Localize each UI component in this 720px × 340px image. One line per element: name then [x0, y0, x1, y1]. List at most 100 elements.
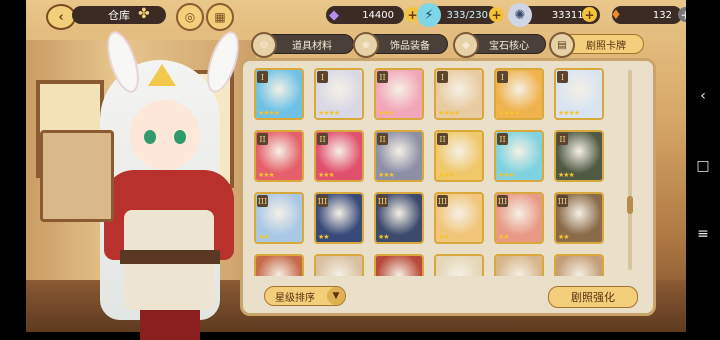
- nav-menu-icon[interactable]: ≡: [695, 226, 711, 242]
- photo-card[interactable]: III ★★: [554, 192, 604, 244]
- tab-accessories[interactable]: ♚ 饰品装备: [353, 32, 448, 58]
- quest-icon-button[interactable]: ◎: [176, 3, 204, 31]
- card-stars: ★★★★: [498, 109, 520, 117]
- tab-label: 饰品装备: [390, 40, 430, 52]
- card-stars: ★★: [258, 233, 270, 241]
- card-rank-badge: II: [497, 133, 508, 145]
- photo-card[interactable]: I ★★★★: [434, 68, 484, 120]
- card-stars: ★★★: [258, 171, 275, 179]
- photo-card[interactable]: I ★★★★: [554, 68, 604, 120]
- sort-by-star-button[interactable]: 星级排序 ▼: [264, 286, 346, 306]
- card-art: [556, 256, 602, 276]
- character-legs: [140, 310, 200, 340]
- card-stars: ★★★★: [438, 109, 460, 117]
- card-art: [436, 256, 482, 276]
- card-grid: I ★★★★ I ★★★★ II ★★★ I ★★★★ I ★★★★ I ★★★★ II ★★★ II ★★★…: [254, 68, 624, 276]
- card-rank-badge: I: [437, 71, 448, 83]
- gem-icon: ◆: [329, 7, 339, 23]
- page-title: 仓库: [72, 6, 166, 24]
- photo-card[interactable]: [254, 254, 304, 276]
- photo-card[interactable]: [434, 254, 484, 276]
- crown-icon: [148, 64, 176, 86]
- card-art: [496, 256, 542, 276]
- photo-card[interactable]: I ★★★★: [254, 68, 304, 120]
- card-stars: ★★: [498, 233, 510, 241]
- card-rank-badge: III: [257, 195, 268, 207]
- inventory-icon-button[interactable]: ▦: [206, 3, 234, 31]
- photo-card[interactable]: II ★★★: [254, 130, 304, 182]
- photo-card[interactable]: III ★★: [494, 192, 544, 244]
- chevron-left-icon: ‹: [58, 9, 64, 25]
- card-stars: ★★★: [498, 171, 515, 179]
- card-stars: ★★★: [378, 109, 395, 117]
- card-stars: ★★: [378, 233, 390, 241]
- card-rank-badge: III: [497, 195, 508, 207]
- coin-icon: ✺: [508, 3, 532, 27]
- tab-materials[interactable]: ⚙ 道具材料: [251, 32, 354, 58]
- add-stamina-button[interactable]: +: [489, 7, 504, 22]
- nav-back-icon[interactable]: ‹: [695, 88, 711, 104]
- tab-label: 道具材料: [292, 40, 332, 52]
- card-stars: ★★: [558, 233, 570, 241]
- card-rank-badge: III: [377, 195, 388, 207]
- enhance-card-button[interactable]: 剧照强化: [548, 286, 638, 308]
- card-rank-badge: II: [377, 71, 388, 83]
- card-rank-badge: I: [317, 71, 328, 83]
- photo-card[interactable]: III ★★: [254, 192, 304, 244]
- photo-card[interactable]: II ★★★: [434, 130, 484, 182]
- photo-card[interactable]: II ★★★: [374, 130, 424, 182]
- android-nav-bar: ‹ □ ≡: [686, 0, 720, 332]
- bunny-ear-right: [200, 27, 246, 97]
- tab-gems[interactable]: ◆ 宝石核心: [453, 32, 546, 58]
- hat-icon: ♚: [353, 32, 379, 58]
- card-rank-badge: II: [317, 133, 328, 145]
- character-eye: [144, 130, 156, 144]
- photo-card[interactable]: [314, 254, 364, 276]
- character-illustration: [40, 27, 246, 340]
- card-stars: ★★★: [318, 171, 335, 179]
- tab-label: 剧照卡牌: [586, 40, 626, 52]
- clover-icon: ✤: [138, 6, 150, 22]
- top-bar: ‹ 仓库 ✤ ◎ ▦ 14400 ◆ + 333/230 ⚡ + 333111 …: [26, 0, 693, 31]
- photo-card[interactable]: II ★★★: [494, 130, 544, 182]
- card-stars: ★★★★: [318, 109, 340, 117]
- nav-home-icon[interactable]: □: [695, 158, 711, 174]
- photo-card[interactable]: II ★★★: [374, 68, 424, 120]
- card-stars: ★★★★: [258, 109, 280, 117]
- card-rank-badge: I: [557, 71, 568, 83]
- card-art: [316, 256, 362, 276]
- photo-card[interactable]: III ★★: [314, 192, 364, 244]
- photo-card[interactable]: [374, 254, 424, 276]
- card-stars: ★★: [438, 233, 450, 241]
- card-rank-badge: I: [497, 71, 508, 83]
- photo-card[interactable]: II ★★★: [314, 130, 364, 182]
- photo-card[interactable]: II ★★★: [554, 130, 604, 182]
- card-stars: ★★: [318, 233, 330, 241]
- card-rank-badge: II: [377, 133, 388, 145]
- character-book: [40, 130, 114, 222]
- photo-card[interactable]: [554, 254, 604, 276]
- photo-card[interactable]: I ★★★★: [314, 68, 364, 120]
- card-stars: ★★★: [378, 171, 395, 179]
- card-rank-badge: II: [257, 133, 268, 145]
- photo-card[interactable]: [494, 254, 544, 276]
- scrollbar-thumb[interactable]: [627, 196, 633, 214]
- card-rank-badge: II: [437, 133, 448, 145]
- card-stars: ★★★: [558, 171, 575, 179]
- gear-icon: ⚙: [251, 32, 277, 58]
- photo-card[interactable]: I ★★★★: [494, 68, 544, 120]
- chevron-down-icon: ▼: [327, 287, 345, 305]
- add-coin-button[interactable]: +: [582, 7, 597, 22]
- carrot-icon: ♦: [610, 7, 622, 23]
- card-rank-badge: III: [317, 195, 328, 207]
- card-art: [256, 256, 302, 276]
- tab-photo-cards[interactable]: ▤ 剧照卡牌: [549, 32, 644, 58]
- scrollbar-track[interactable]: [628, 70, 632, 270]
- stamina-icon: ⚡: [417, 3, 441, 27]
- card-rank-badge: I: [257, 71, 268, 83]
- photo-card[interactable]: III ★★: [374, 192, 424, 244]
- gem-icon: ◆: [453, 32, 479, 58]
- card-icon: ▤: [549, 32, 575, 58]
- photo-card[interactable]: III ★★: [434, 192, 484, 244]
- character-eye: [174, 130, 186, 144]
